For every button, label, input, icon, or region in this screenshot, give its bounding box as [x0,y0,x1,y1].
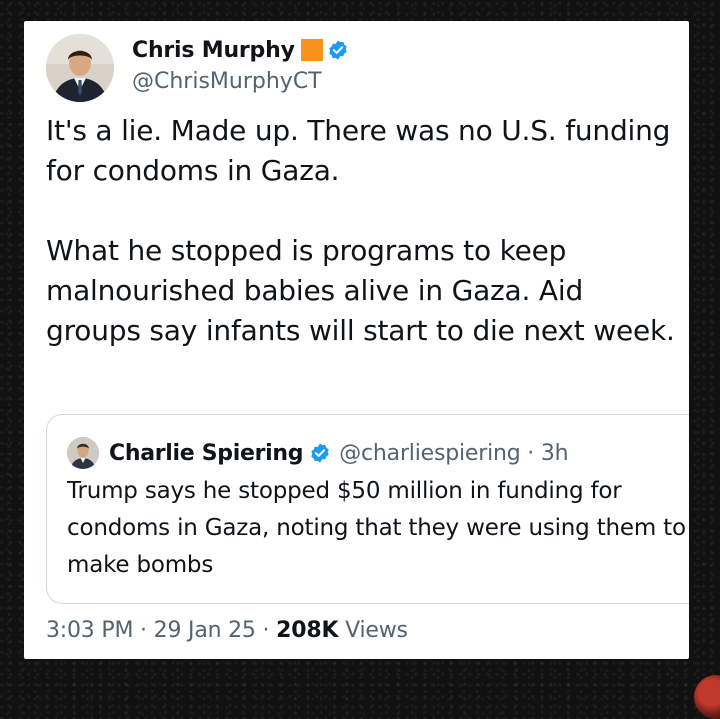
tweet-body: It's a lie. Made up. There was no U.S. f… [46,111,676,351]
verified-badge-icon [329,40,347,60]
author-handle[interactable]: @ChrisMurphyCT [132,69,349,94]
corner-decoration [694,675,720,719]
quoted-author-avatar[interactable] [67,437,99,469]
author-name-row: Chris Murphy [132,34,349,66]
tweet-time[interactable]: 3:03 PM [46,618,133,643]
tweet-paragraph: What he stopped is programs to keep maln… [46,234,675,347]
tweet-card[interactable]: Chris Murphy @ChrisMurphyCT It's a lie. … [24,21,689,659]
orange-square-emoji [300,39,323,61]
author-avatar[interactable] [46,34,114,102]
author-info[interactable]: Chris Murphy @ChrisMurphyCT [132,34,349,94]
views-count: 208K [276,618,339,643]
tweet-meta: 3:03 PM · 29 Jan 25 · 208K Views [46,618,408,643]
quoted-author-avatar-image [67,437,99,469]
author-avatar-image [46,34,114,102]
views-label: Views [345,618,408,643]
quoted-tweet-text: Trump says he stopped $50 million in fun… [67,478,686,578]
quoted-tweet-header: Charlie Spiering @charliespiering · 3h [67,437,569,469]
tweet-paragraph: It's a lie. Made up. There was no U.S. f… [46,114,671,187]
verified-badge-icon [311,443,329,463]
quoted-author-handle-time[interactable]: @charliespiering · 3h [339,441,568,466]
meta-separator: · [262,618,270,643]
quoted-tweet[interactable]: Charlie Spiering @charliespiering · 3h T… [46,414,689,604]
meta-separator: · [140,618,147,643]
quoted-author-name[interactable]: Charlie Spiering [109,441,304,466]
author-display-name[interactable]: Chris Murphy [132,38,295,63]
tweet-date[interactable]: 29 Jan 25 [154,618,256,643]
